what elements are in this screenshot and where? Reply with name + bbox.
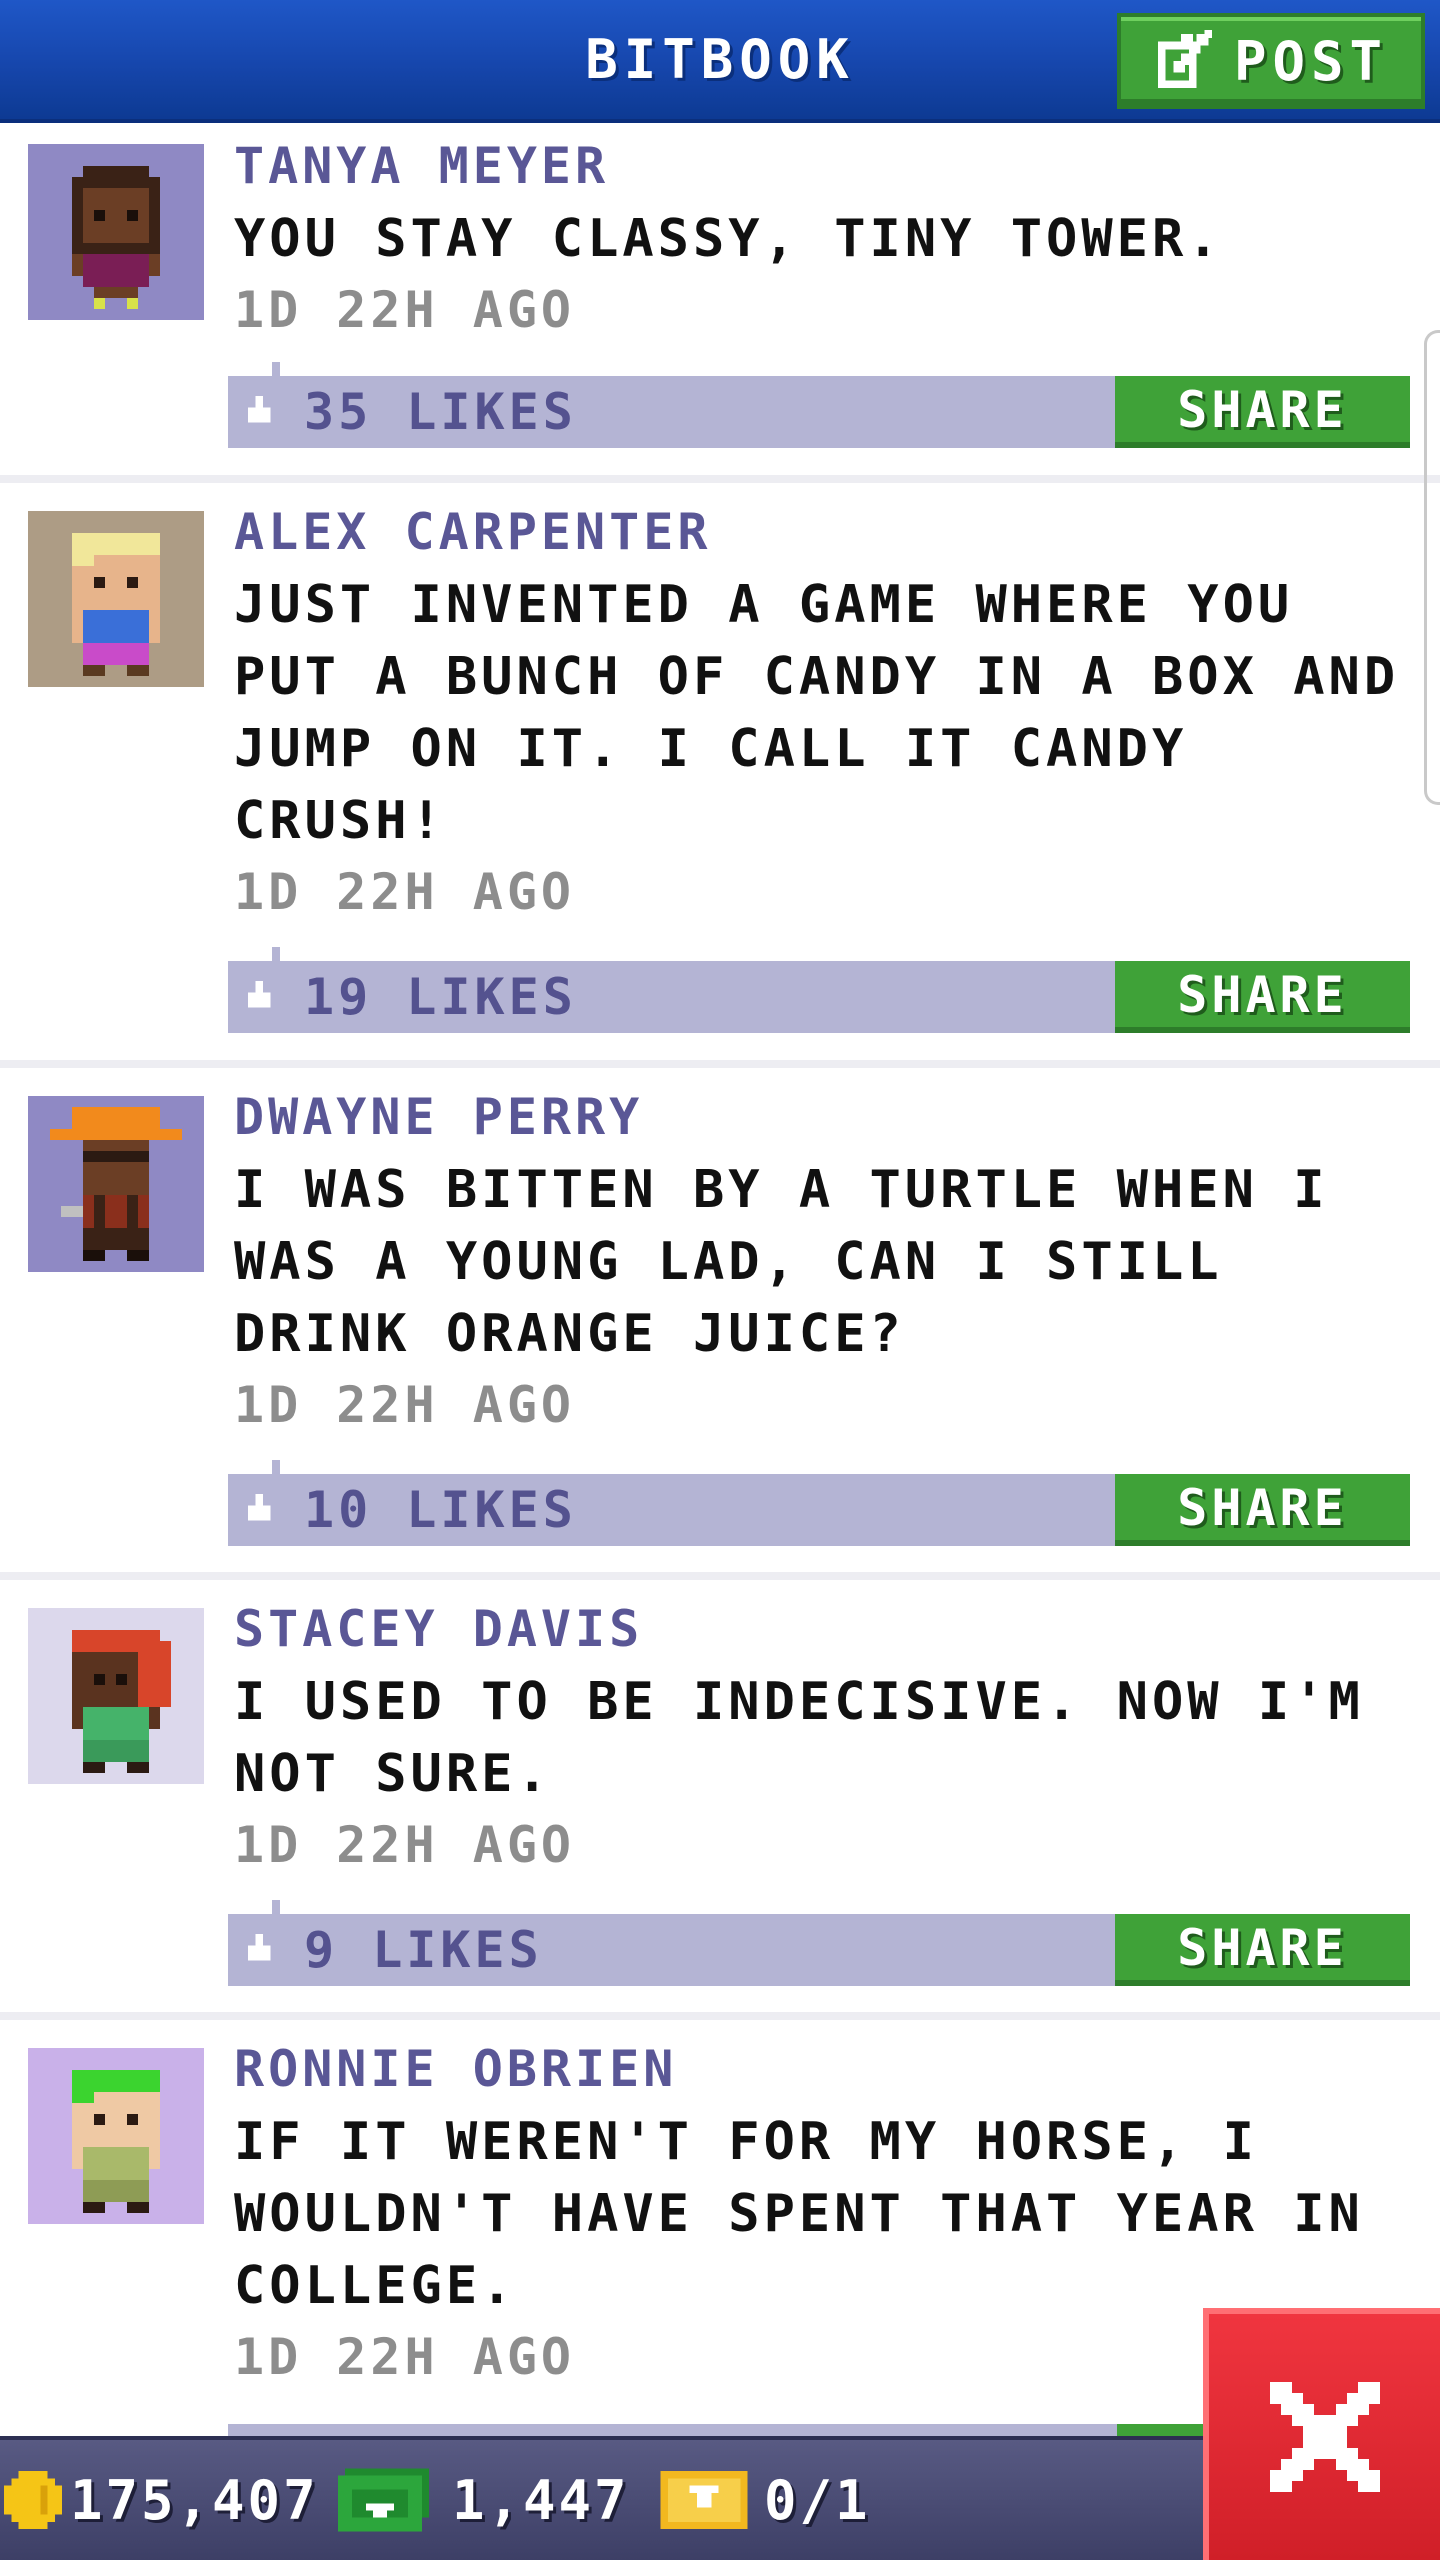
scrollbar[interactable]: [1424, 330, 1440, 805]
post-author[interactable]: TANYA MEYER: [234, 131, 609, 201]
feed-post: ALEX CARPENTER JUST INVENTED A GAME WHER…: [0, 483, 1440, 1068]
share-button[interactable]: SHARE: [1115, 961, 1410, 1033]
like-bar: 19 LIKES SHARE: [228, 947, 1410, 1033]
share-button[interactable]: SHARE: [1115, 1474, 1410, 1546]
post-text: I USED TO BE INDECISIVE. NOW I'M NOT SUR…: [234, 1672, 1364, 1804]
bux-counter: 1,447: [338, 2452, 630, 2548]
avatar[interactable]: [28, 1608, 204, 1784]
post-author[interactable]: ALEX CARPENTER: [234, 497, 711, 567]
post-text: I WAS BITTEN BY A TURTLE WHEN I WAS A YO…: [234, 1160, 1329, 1364]
avatar[interactable]: [28, 511, 204, 687]
tickets-value: 0/1: [764, 2468, 871, 2532]
feed-post: TANYA MEYER YOU STAY CLASSY, TINY TOWER.…: [0, 123, 1440, 483]
like-bar: 9 LIKES SHARE: [228, 1900, 1410, 1986]
share-button[interactable]: SHARE: [1115, 1914, 1410, 1986]
coin-icon: [4, 2471, 62, 2529]
avatar[interactable]: [28, 1096, 204, 1272]
post-button-label: POST: [1233, 29, 1389, 93]
thumbs-up-icon[interactable]: [244, 1934, 274, 1964]
tickets-counter: 0/1: [660, 2452, 871, 2548]
post-timestamp: 1D 22H AGO: [234, 2328, 576, 2386]
like-bar: 10 LIKES SHARE: [228, 1460, 1410, 1546]
feed-post: DWAYNE PERRY I WAS BITTEN BY A TURTLE WH…: [0, 1068, 1440, 1580]
avatar[interactable]: [28, 144, 204, 320]
post-author[interactable]: DWAYNE PERRY: [234, 1082, 643, 1152]
close-icon: [1269, 2382, 1380, 2492]
compose-icon: [1157, 30, 1213, 89]
close-button[interactable]: [1203, 2308, 1440, 2560]
likes-count[interactable]: 35 LIKES: [304, 376, 577, 448]
post-button[interactable]: POST: [1117, 13, 1425, 109]
post-timestamp: 1D 22H AGO: [234, 1376, 576, 1434]
avatar[interactable]: [28, 2048, 204, 2224]
bux-icon: [338, 2468, 429, 2532]
post-author[interactable]: RONNIE OBRIEN: [234, 2034, 677, 2104]
like-bar: 35 LIKES SHARE: [228, 362, 1410, 448]
post-text: YOU STAY CLASSY, TINY TOWER.: [234, 209, 1223, 269]
coins-value: 175,407: [70, 2468, 319, 2532]
likes-count[interactable]: 10 LIKES: [304, 1474, 577, 1546]
thumbs-up-icon[interactable]: [244, 396, 274, 426]
feed-post: STACEY DAVIS I USED TO BE INDECISIVE. NO…: [0, 1580, 1440, 2020]
post-text: JUST INVENTED A GAME WHERE YOU PUT A BUN…: [234, 575, 1400, 851]
ticket-icon: [660, 2471, 748, 2529]
post-timestamp: 1D 22H AGO: [234, 863, 576, 921]
post-author[interactable]: STACEY DAVIS: [234, 1594, 643, 1664]
share-button[interactable]: SHARE: [1115, 376, 1410, 448]
thumbs-up-icon[interactable]: [244, 981, 274, 1011]
coins-counter: 175,407: [4, 2452, 319, 2548]
bux-value: 1,447: [452, 2468, 630, 2532]
thumbs-up-icon[interactable]: [244, 1494, 274, 1524]
post-timestamp: 1D 22H AGO: [234, 281, 576, 339]
post-timestamp: 1D 22H AGO: [234, 1816, 576, 1874]
likes-count[interactable]: 9 LIKES: [304, 1914, 543, 1986]
app-header: BITBOOK POST: [0, 0, 1440, 123]
likes-count[interactable]: 19 LIKES: [304, 961, 577, 1033]
post-text: IF IT WEREN'T FOR MY HORSE, I WOULDN'T H…: [234, 2112, 1364, 2316]
